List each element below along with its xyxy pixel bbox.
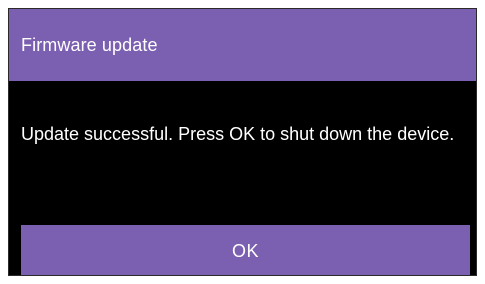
ok-button[interactable]: OK: [21, 225, 470, 275]
dialog-message: Update successful. Press OK to shut down…: [21, 124, 455, 144]
dialog-title: Firmware update: [21, 34, 158, 55]
firmware-update-dialog: Firmware update Update successful. Press…: [8, 8, 477, 276]
dialog-title-bar: Firmware update: [9, 9, 476, 81]
